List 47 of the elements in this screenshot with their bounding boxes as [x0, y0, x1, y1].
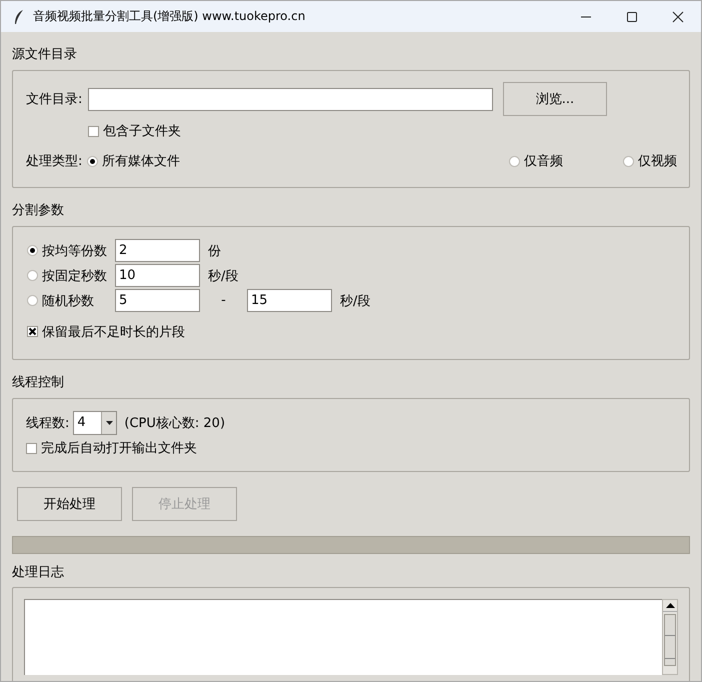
- section-heading: 处理日志: [12, 564, 65, 582]
- number-field[interactable]: 5: [115, 289, 200, 312]
- cpu-info: (CPU核心数: 20): [124, 415, 226, 432]
- radio-label: 所有媒体文件: [102, 153, 180, 170]
- scroll-thumb[interactable]: [664, 614, 676, 666]
- browse-button[interactable]: 浏览...: [503, 82, 607, 116]
- checkbox-box[interactable]: [27, 326, 38, 337]
- unit-label: 份: [208, 242, 221, 260]
- field-label: 文件目录:: [26, 91, 84, 108]
- unit-label: 秒/段: [340, 292, 370, 310]
- feather-icon: [13, 8, 25, 24]
- radio-button[interactable]: [27, 245, 38, 256]
- unit-label: 秒/段: [208, 268, 238, 284]
- checkbox-box[interactable]: [88, 126, 99, 136]
- radio-button[interactable]: [27, 295, 38, 306]
- radio-button[interactable]: [87, 156, 98, 166]
- scrollbar[interactable]: [662, 599, 678, 675]
- radio-label: 按固定秒数: [42, 268, 107, 284]
- dropdown-arrow-icon: [106, 421, 113, 425]
- checkbox-label: 完成后自动打开输出文件夹: [41, 440, 197, 457]
- start-button[interactable]: 开始处理: [17, 487, 122, 521]
- section-heading: 线程控制: [12, 374, 65, 392]
- radio-button[interactable]: [509, 156, 520, 166]
- maximize-icon: [626, 10, 638, 22]
- section-heading: 分割参数: [12, 202, 65, 220]
- field-label: 处理类型:: [26, 153, 84, 170]
- field-label: 线程数:: [26, 415, 70, 432]
- radio-label: 随机秒数: [42, 292, 94, 310]
- number-field[interactable]: 10: [115, 264, 200, 287]
- close-icon: [672, 10, 684, 22]
- checkbox-label: 包含子文件夹: [103, 123, 181, 140]
- thread-count-dropdown[interactable]: 4: [73, 411, 118, 435]
- checkbox-label: 保留最后不足时长的片段: [42, 324, 185, 340]
- radio-button[interactable]: [623, 156, 634, 166]
- checkbox-box[interactable]: [26, 442, 37, 454]
- number-field[interactable]: 15: [247, 289, 332, 312]
- scroll-up-icon: [666, 603, 674, 608]
- radio-label: 仅音频: [524, 153, 563, 170]
- directory-field[interactable]: [88, 88, 493, 110]
- checkbox[interactable]: 包含子文件夹: [88, 122, 181, 140]
- radio-label: 仅视频: [638, 153, 677, 170]
- range-separator: -: [220, 293, 227, 308]
- radio-label: 按均等份数: [42, 242, 107, 260]
- section-heading: 源文件目录: [12, 46, 78, 64]
- radio-button[interactable]: [27, 270, 38, 281]
- number-field[interactable]: 2: [115, 239, 200, 262]
- window-title: 音频视频批量分割工具(增强版) www.tuokepro.cn: [33, 8, 306, 25]
